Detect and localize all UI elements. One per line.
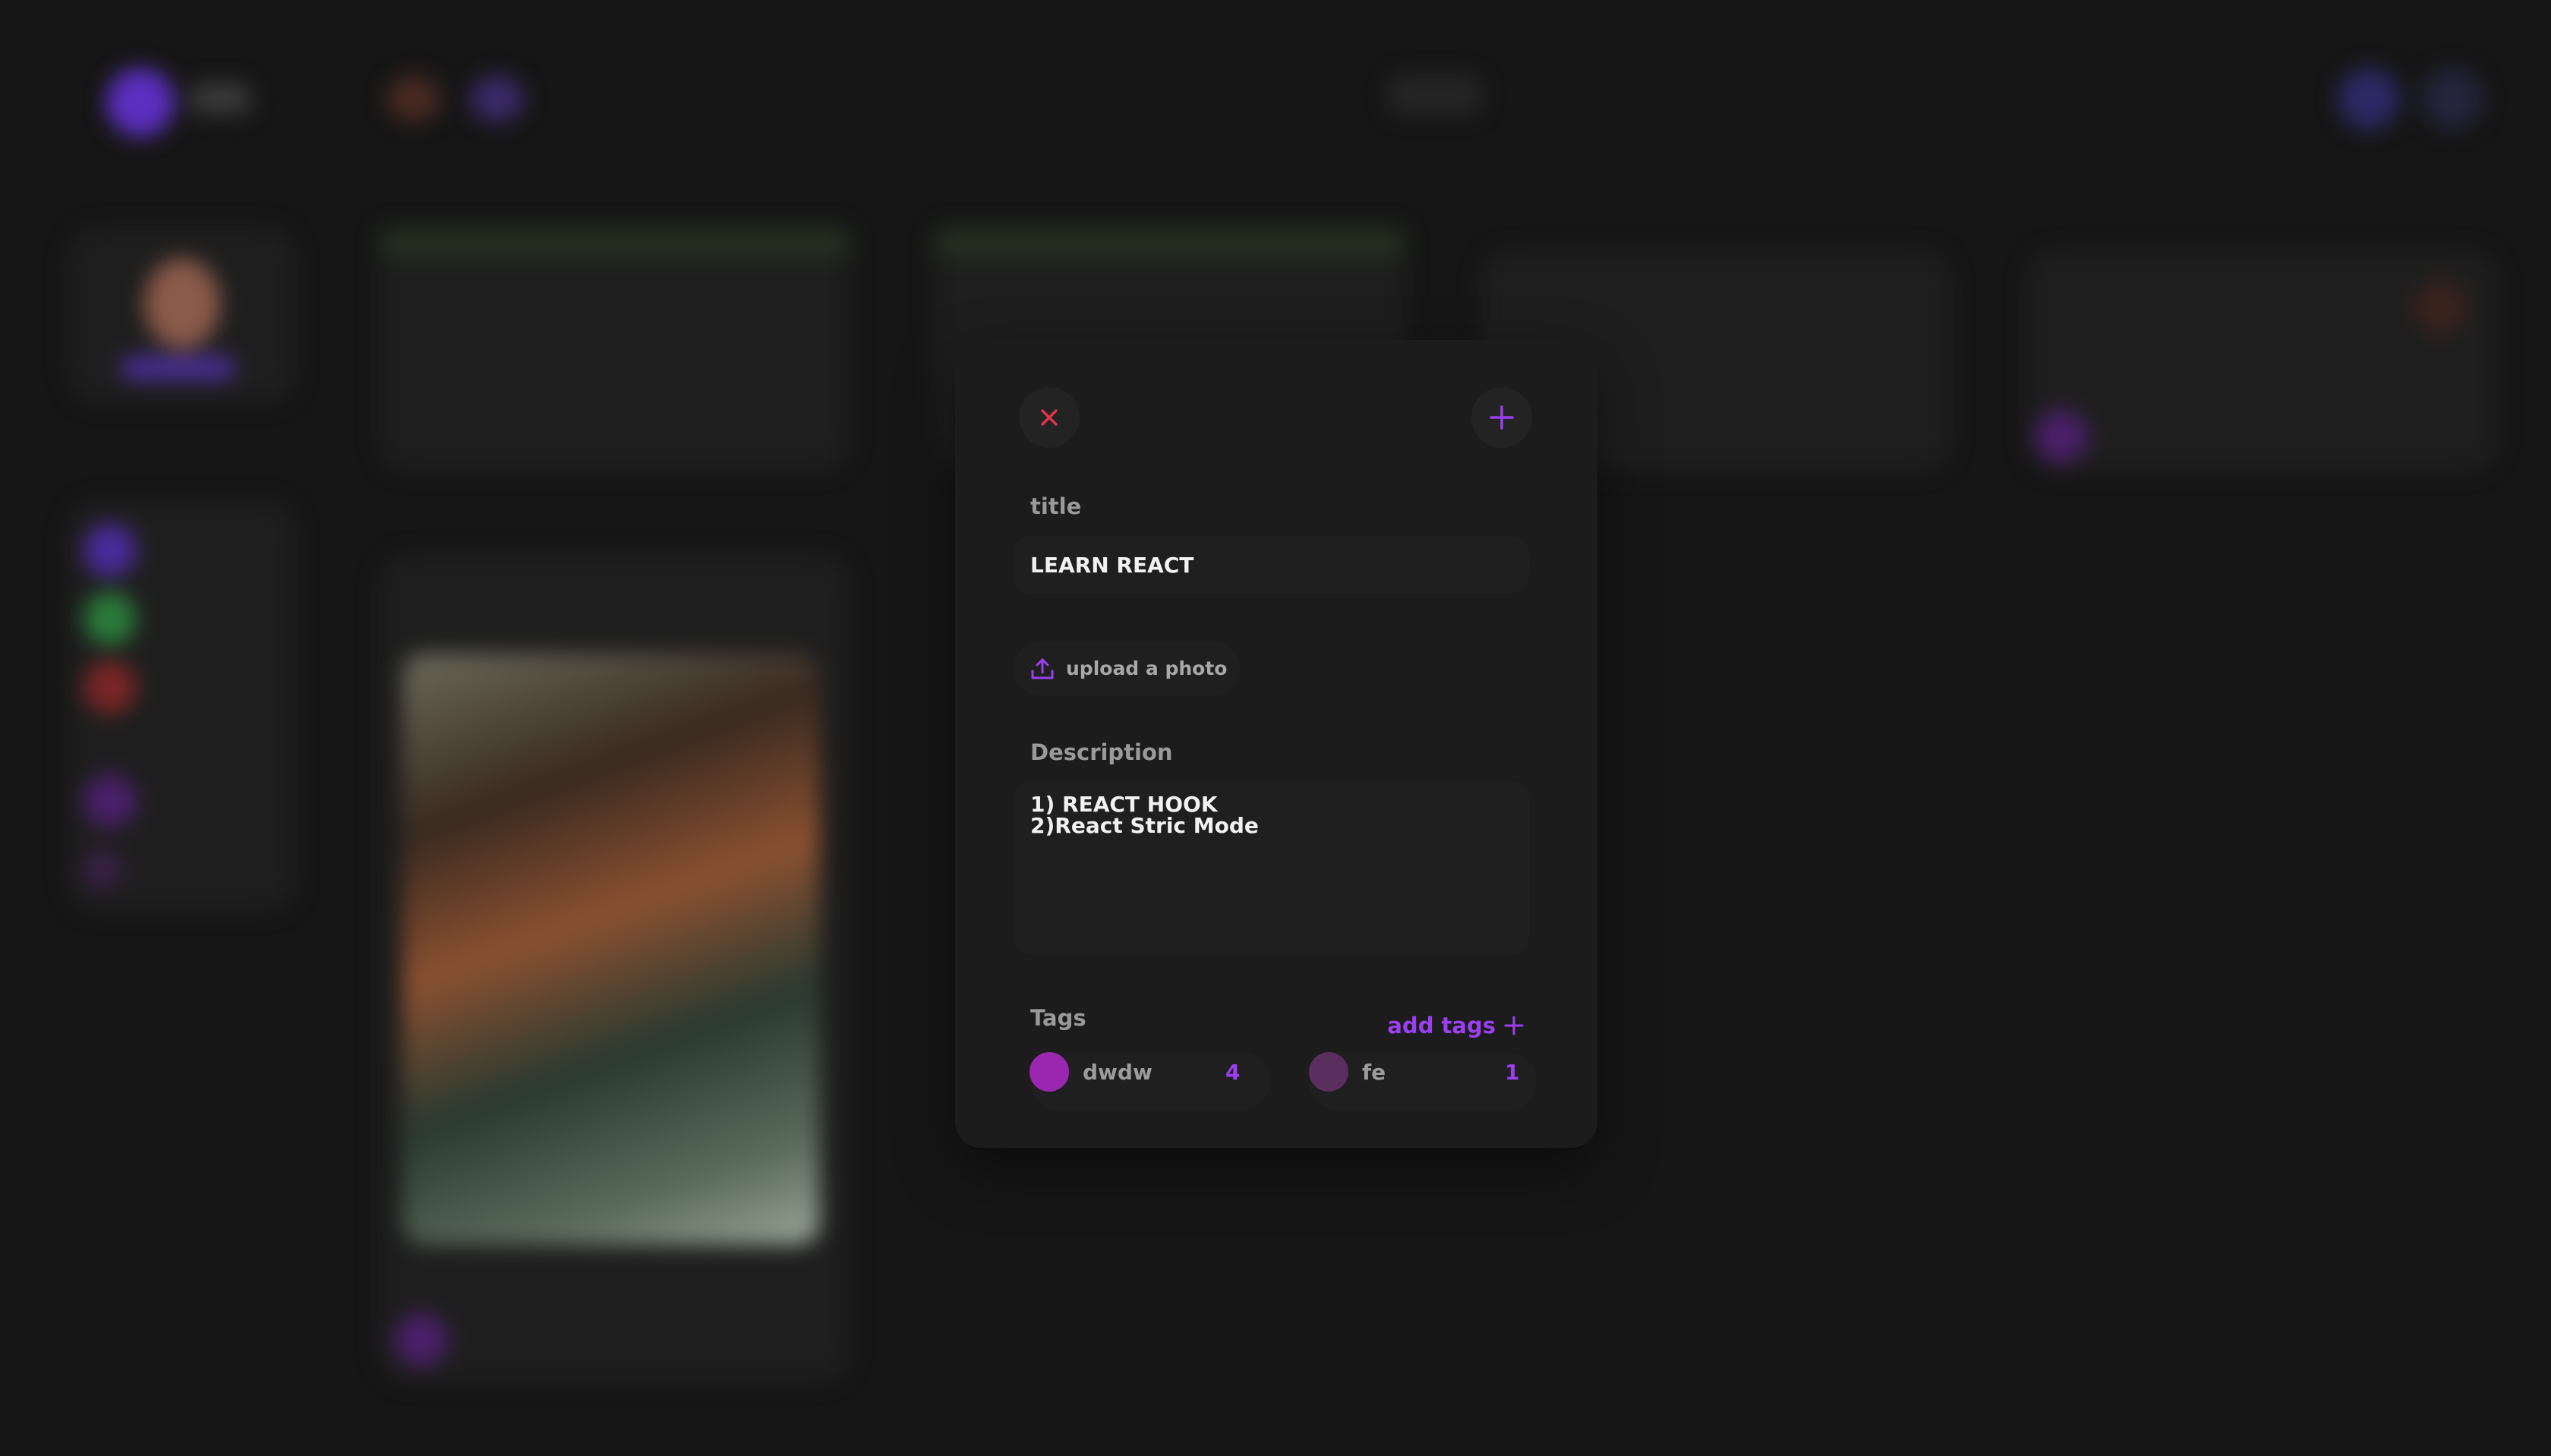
tag-name: fe bbox=[1362, 1060, 1386, 1085]
task-card-4-corner bbox=[2414, 281, 2467, 334]
sidebar-dot-2 bbox=[84, 592, 137, 645]
task-card-1-accent bbox=[380, 228, 850, 258]
nav-dot-1 bbox=[387, 76, 440, 121]
task-card-1 bbox=[380, 228, 850, 471]
task-card-4-dot bbox=[2035, 410, 2088, 463]
title-label: title bbox=[1030, 493, 1082, 519]
tags-label: Tags bbox=[1030, 1005, 1086, 1031]
sidebar-dot-3 bbox=[84, 660, 137, 714]
description-label: Description bbox=[1030, 739, 1173, 765]
app-logo bbox=[106, 68, 175, 137]
close-icon bbox=[1041, 409, 1058, 426]
profile-name bbox=[121, 357, 235, 380]
upload-photo-button[interactable]: upload a photo bbox=[1013, 642, 1241, 695]
task-card-2-accent bbox=[934, 228, 1405, 258]
tag-item[interactable]: fe 1 bbox=[1309, 1052, 1537, 1110]
top-right-dot-1 bbox=[2338, 68, 2399, 129]
tag-count: 4 bbox=[1225, 1060, 1241, 1085]
upload-icon bbox=[1031, 658, 1054, 679]
edit-task-modal: title LEARN REACT upload a photo Descrip… bbox=[955, 340, 1597, 1148]
upload-photo-label: upload a photo bbox=[1066, 657, 1228, 679]
plus-icon bbox=[1504, 1016, 1524, 1035]
photo-card-dot bbox=[395, 1313, 448, 1366]
title-value: LEARN REACT bbox=[1030, 553, 1194, 578]
tag-count: 1 bbox=[1505, 1060, 1520, 1085]
tag-item[interactable]: dwdw 4 bbox=[1030, 1052, 1271, 1110]
nav-dot-2 bbox=[471, 76, 524, 121]
profile-avatar bbox=[144, 258, 220, 349]
top-right-dot-2 bbox=[2422, 68, 2483, 129]
sidebar-dot-1 bbox=[84, 524, 137, 577]
sidebar-dot-5 bbox=[84, 850, 121, 888]
tag-color-dot bbox=[1309, 1052, 1348, 1092]
add-button[interactable] bbox=[1471, 387, 1532, 448]
sidebar-dot-4 bbox=[84, 774, 137, 827]
add-tags-label: add tags bbox=[1387, 1013, 1496, 1038]
description-value: 1) REACT HOOK 2)React Stric Mode bbox=[1030, 792, 1259, 838]
tag-name: dwdw bbox=[1083, 1060, 1153, 1085]
plus-icon bbox=[1490, 405, 1514, 430]
search-bar bbox=[1389, 76, 1480, 114]
title-input[interactable]: LEARN REACT bbox=[1013, 536, 1529, 594]
close-button[interactable] bbox=[1019, 387, 1080, 448]
tag-color-dot bbox=[1030, 1052, 1069, 1092]
add-tags-button[interactable]: add tags bbox=[1387, 1008, 1525, 1043]
description-textarea[interactable]: 1) REACT HOOK 2)React Stric Mode bbox=[1013, 780, 1529, 955]
app-name bbox=[190, 84, 251, 114]
photo-card-image bbox=[402, 653, 820, 1245]
